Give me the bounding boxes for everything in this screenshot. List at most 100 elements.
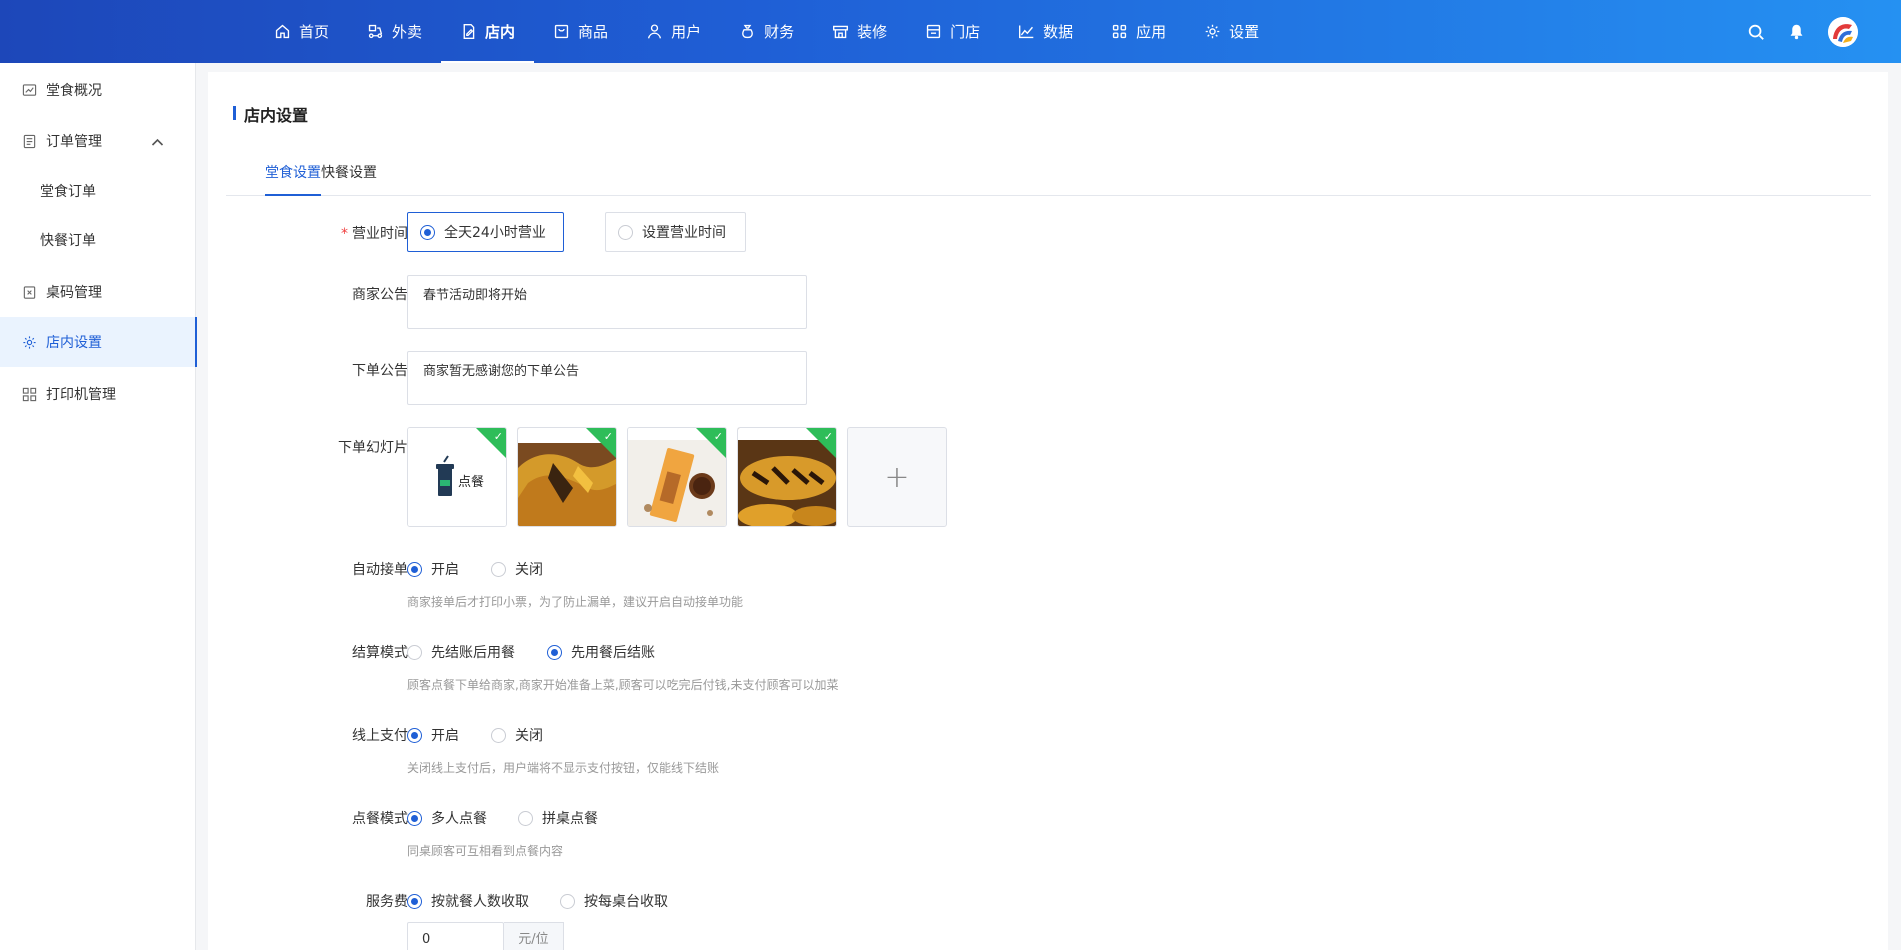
printer-grid-icon: [22, 387, 37, 401]
service-fee-label: 服务费: [366, 894, 408, 910]
sidebar-item-order-management[interactable]: 订单管理: [0, 116, 196, 166]
slide-thumb-3[interactable]: ✓: [627, 427, 727, 527]
order-mode-multi-radio[interactable]: 多人点餐: [407, 808, 487, 828]
nav-goods-label: 商品: [578, 23, 609, 41]
goods-icon: [554, 24, 569, 39]
merchant-notice-textarea[interactable]: 春节活动即将开始: [407, 275, 807, 329]
check-icon: ✓: [713, 430, 723, 443]
slide-thumb-1[interactable]: 点餐 ✓: [407, 427, 507, 527]
online-pay-label: 线上支付: [352, 728, 408, 744]
nav-decoration[interactable]: 装修: [813, 0, 906, 63]
settlement-label: 结算模式: [352, 645, 408, 661]
radio-unchecked: [518, 810, 533, 826]
line-chart-icon: [1019, 25, 1034, 39]
tab-fastfood-settings[interactable]: 快餐设置: [321, 162, 377, 196]
nav-instore-label: 店内: [485, 23, 516, 41]
order-mode-share-radio[interactable]: 拼桌点餐: [518, 808, 598, 828]
add-slide-button[interactable]: +: [847, 427, 947, 527]
sidebar-item-dinein-overview[interactable]: 堂食概况: [0, 65, 196, 115]
dashboard-icon: [22, 83, 37, 96]
table-code-icon: [23, 285, 36, 299]
nav-takeout-label: 外卖: [392, 23, 423, 41]
slide-thumb-2[interactable]: ✓: [517, 427, 617, 527]
business-hours-label-text: 营业时间: [352, 226, 408, 242]
chevron-up-icon[interactable]: [150, 135, 165, 150]
sidebar-item-label: 打印机管理: [46, 387, 116, 403]
document-icon: [23, 134, 36, 148]
sidebar-item-dinein-orders[interactable]: 堂食订单: [0, 166, 196, 216]
radio-unchecked: [491, 727, 506, 743]
gear-icon: [23, 335, 36, 349]
sidebar-item-table-code[interactable]: 桌码管理: [0, 267, 196, 317]
option-label: 按就餐人数收取: [431, 894, 529, 910]
search-icon[interactable]: [1746, 22, 1766, 42]
nav-takeout[interactable]: 外卖: [348, 0, 441, 63]
nav-apps-label: 应用: [1136, 23, 1167, 41]
nav-store[interactable]: 门店: [906, 0, 999, 63]
auto-accept-on-radio[interactable]: 开启: [407, 559, 459, 579]
home-icon: [275, 24, 290, 39]
option-label: 全天24小时营业: [444, 225, 546, 241]
sidebar: 堂食概况 订单管理 堂食订单 快餐订单 桌码管理 店内设置 打印机管理: [0, 63, 197, 950]
user-icon: [647, 24, 662, 39]
slides-label: 下单幻灯片: [338, 440, 408, 456]
business-hours-label: * 营业时间: [208, 223, 408, 243]
top-navbar: 首页 外卖 店内 商品 用户 财务 装修 门店 数据 应用 设置: [0, 0, 1901, 63]
slide-caption: 点餐: [458, 474, 484, 490]
service-fee-input[interactable]: 0: [407, 922, 504, 950]
merchant-notice-label: 商家公告: [352, 287, 408, 303]
business-hours-custom-option[interactable]: 设置营业时间: [605, 212, 746, 252]
money-bag-icon: [742, 24, 753, 39]
sidebar-item-instore-settings[interactable]: 店内设置: [0, 317, 197, 367]
bell-icon[interactable]: [1786, 22, 1806, 42]
sidebar-item-label: 店内设置: [46, 335, 102, 351]
auto-accept-hint: 商家接单后才打印小票，为了防止漏单，建议开启自动接单功能: [407, 595, 744, 609]
nav-apps[interactable]: 应用: [1092, 0, 1185, 63]
nav-home-label: 首页: [299, 23, 330, 41]
check-icon: ✓: [823, 430, 833, 443]
settlement-eat-first-radio[interactable]: 先用餐后结账: [547, 642, 655, 662]
radio-unchecked: [560, 893, 575, 909]
business-hours-24h-option[interactable]: 全天24小时营业: [407, 212, 564, 252]
auto-accept-off-radio[interactable]: 关闭: [491, 559, 543, 579]
sidebar-item-label: 桌码管理: [46, 285, 102, 301]
nav-user[interactable]: 用户: [627, 0, 720, 63]
option-label: 关闭: [515, 562, 543, 578]
radio-checked: [407, 561, 422, 577]
tab-dinein-settings[interactable]: 堂食设置: [265, 162, 321, 196]
radio-checked: [407, 893, 422, 909]
order-notice-textarea[interactable]: 商家暂无感谢您的下单公告: [407, 351, 807, 405]
slide-thumb-4[interactable]: ✓: [737, 427, 837, 527]
radio-checked: [407, 810, 422, 826]
required-mark: *: [341, 226, 348, 242]
nav-finance-label: 财务: [764, 23, 795, 41]
shopfront-icon: [833, 25, 849, 39]
content-card: 店内设置 堂食设置 快餐设置 * 营业时间 全天24小时营业 设置营业时间 商家公…: [208, 72, 1888, 950]
order-notice-label: 下单公告: [352, 363, 408, 379]
radio-checked: [407, 727, 422, 743]
order-mode-label: 点餐模式: [352, 811, 408, 827]
scooter-icon: [368, 24, 383, 39]
sidebar-item-fastfood-orders[interactable]: 快餐订单: [0, 215, 196, 265]
nav-store-label: 门店: [950, 23, 981, 41]
sidebar-item-label: 快餐订单: [40, 233, 96, 249]
service-fee-per-table-radio[interactable]: 按每桌台收取: [560, 891, 668, 911]
nav-data[interactable]: 数据: [999, 0, 1092, 63]
online-pay-off-radio[interactable]: 关闭: [491, 725, 543, 745]
nav-settings[interactable]: 设置: [1185, 0, 1278, 63]
service-fee-per-person-radio[interactable]: 按就餐人数收取: [407, 891, 529, 911]
nav-finance[interactable]: 财务: [720, 0, 813, 63]
nav-goods[interactable]: 商品: [534, 0, 627, 63]
nav-home[interactable]: 首页: [255, 0, 348, 63]
store-edit-icon: [463, 24, 475, 39]
sidebar-item-printer-management[interactable]: 打印机管理: [0, 369, 196, 419]
nav-decoration-label: 装修: [857, 23, 888, 41]
radio-unchecked: [407, 644, 422, 660]
online-pay-on-radio[interactable]: 开启: [407, 725, 459, 745]
avatar[interactable]: [1828, 16, 1858, 47]
option-label: 拼桌点餐: [542, 811, 598, 827]
nav-instore[interactable]: 店内: [441, 0, 535, 63]
online-pay-hint: 关闭线上支付后，用户端将不显示支付按钮，仅能线下结账: [407, 761, 720, 775]
settlement-pay-first-radio[interactable]: 先结账后用餐: [407, 642, 515, 662]
radio-unchecked: [618, 224, 633, 240]
